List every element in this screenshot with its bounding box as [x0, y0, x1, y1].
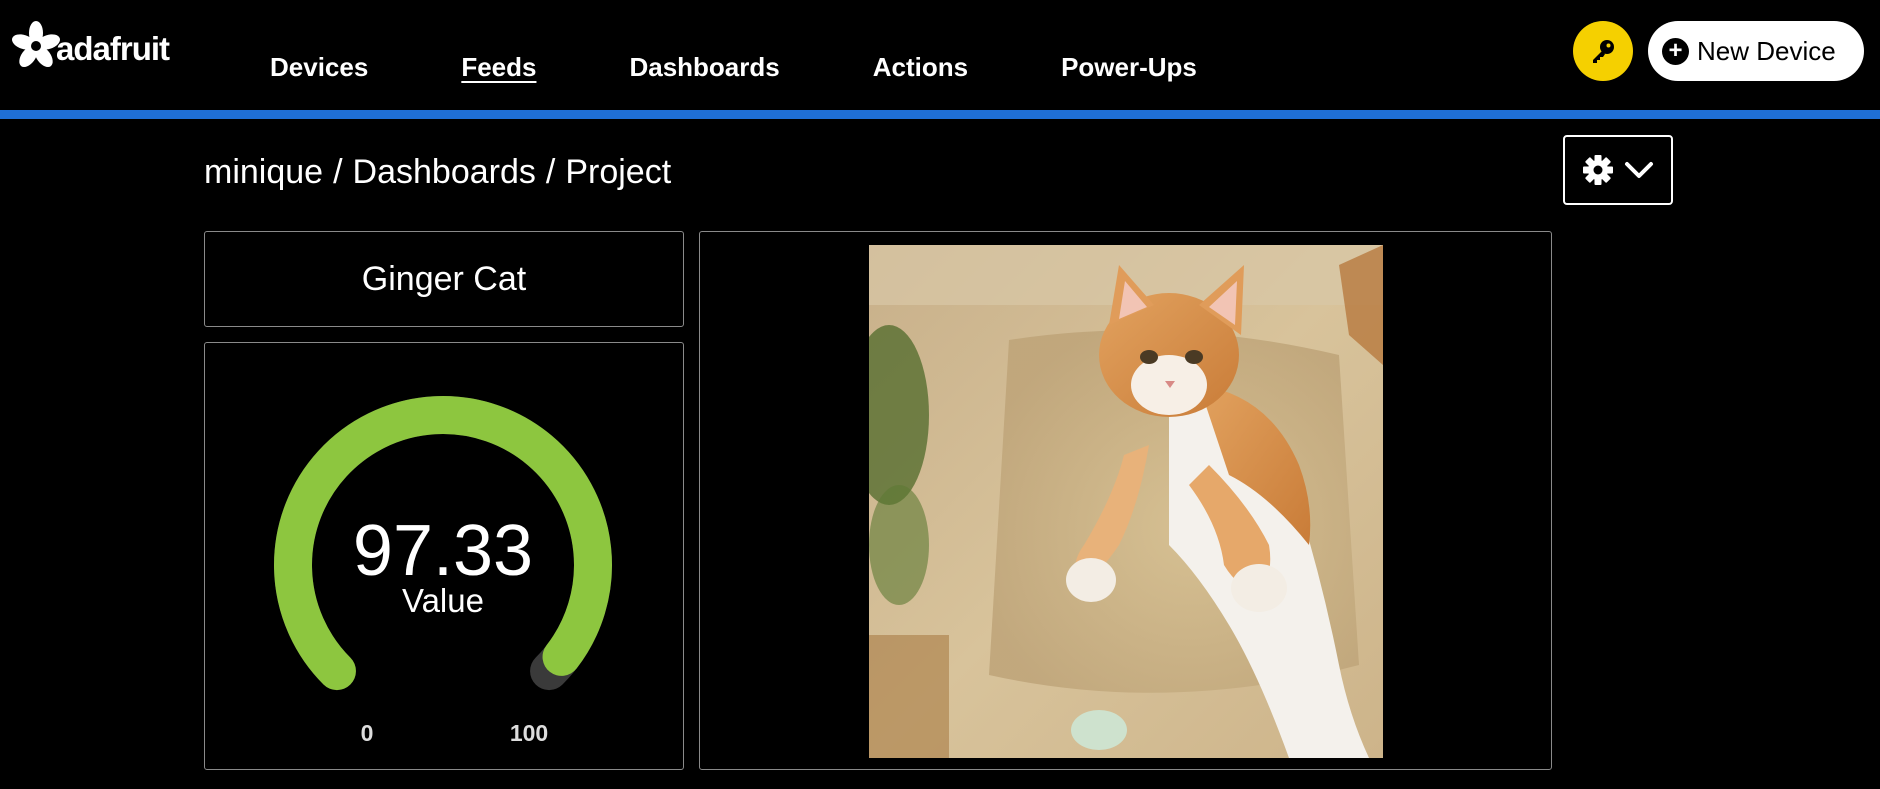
- cat-image: [869, 245, 1383, 758]
- main-nav: Devices Feeds Dashboards Actions Power-U…: [270, 52, 1290, 83]
- gear-icon: [1583, 155, 1613, 185]
- nav-devices[interactable]: Devices: [270, 52, 368, 83]
- gauge-min-label: 0: [361, 720, 374, 746]
- gauge-block[interactable]: 97.33 Value 0 100: [204, 342, 684, 770]
- breadcrumb-separator: /: [333, 153, 343, 191]
- nav-feeds[interactable]: Feeds: [461, 52, 536, 83]
- text-block-title: Ginger Cat: [361, 259, 527, 298]
- breadcrumb-user[interactable]: minique: [204, 153, 323, 191]
- breadcrumb-separator: /: [545, 153, 556, 191]
- breadcrumb-project: Project: [565, 153, 672, 191]
- breadcrumb-dashboards[interactable]: Dashboards: [353, 153, 536, 191]
- new-device-button[interactable]: + New Device: [1648, 21, 1864, 81]
- plus-circle-icon: +: [1662, 37, 1689, 65]
- nav-actions[interactable]: Actions: [873, 52, 968, 83]
- key-icon: [1593, 40, 1614, 63]
- gauge: 97.33 Value 0 100: [274, 396, 612, 746]
- dashboard-settings-button[interactable]: [1563, 135, 1673, 205]
- header-divider: [0, 110, 1880, 119]
- api-key-button[interactable]: [1573, 21, 1633, 81]
- nav-dashboards[interactable]: Dashboards: [629, 52, 779, 83]
- new-device-label: New Device: [1697, 35, 1836, 66]
- logo-text: adafruit: [56, 30, 170, 67]
- gauge-max-label: 100: [510, 720, 548, 746]
- top-navigation-bar: adafruit Devices Feeds Dashboards Action…: [0, 0, 1880, 110]
- gauge-label: Value: [402, 582, 484, 619]
- adafruit-flower-icon: [12, 21, 60, 68]
- breadcrumb: minique / Dashboards / Project: [204, 153, 671, 192]
- chevron-down-icon: [1625, 162, 1653, 178]
- nav-power-ups[interactable]: Power-Ups: [1061, 52, 1197, 83]
- text-block[interactable]: Ginger Cat: [204, 231, 684, 327]
- adafruit-logo[interactable]: adafruit: [12, 20, 170, 72]
- gauge-value: 97.33: [353, 511, 533, 591]
